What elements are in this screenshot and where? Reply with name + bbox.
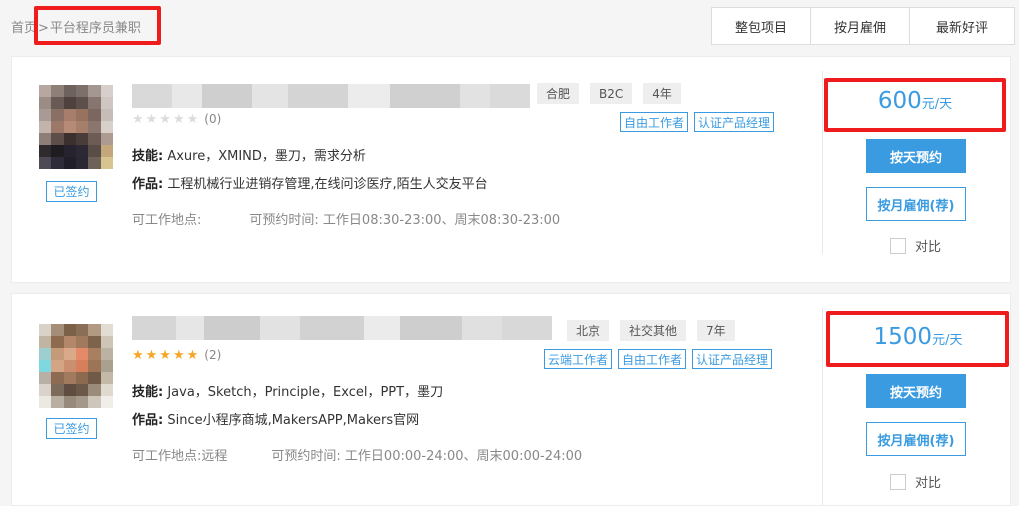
works-label: 作品:: [132, 413, 164, 428]
badge-freelancer: 自由工作者: [620, 112, 689, 132]
tag-city: 合肥: [537, 83, 580, 104]
tag-list: 合肥 B2C 4年: [537, 83, 692, 104]
meta-line: 可工作地点:远程 可预约时间: 工作日00:00-24:00、周末00:00-24…: [132, 445, 582, 464]
avatar: [39, 324, 113, 408]
signed-badge: 已签约: [46, 181, 97, 202]
works-label: 作品:: [132, 177, 164, 192]
name-placeholder: [132, 316, 552, 340]
tag-city: 北京: [567, 320, 610, 341]
location-label: 可工作地点:: [132, 213, 202, 228]
tag-industry: B2C: [590, 83, 633, 104]
availability-value: 工作日08:30-23:00、周末08:30-23:00: [322, 213, 561, 228]
tag-list: 北京 社交其他 7年: [567, 320, 746, 341]
tab-latest-reviews[interactable]: 最新好评: [909, 7, 1015, 45]
highlight-box-price: [826, 311, 1009, 367]
divider: [822, 71, 823, 254]
highlight-box-breadcrumb: [34, 6, 161, 45]
star-icon: ★★★★★: [132, 112, 201, 127]
compare-label: 对比: [915, 240, 942, 255]
signed-badge: 已签约: [46, 418, 97, 439]
skills-value: Axure，XMIND，墨刀，需求分析: [163, 149, 366, 164]
meta-line: 可工作地点: 可预约时间: 工作日08:30-23:00、周末08:30-23:0…: [132, 209, 560, 228]
compare-checkbox[interactable]: 对比: [890, 236, 941, 255]
book-by-day-button[interactable]: 按天预约: [866, 374, 966, 408]
badge-freelancer: 自由工作者: [618, 349, 687, 369]
book-by-day-button[interactable]: 按天预约: [866, 139, 966, 173]
skills-label: 技能:: [132, 149, 164, 164]
star-icon: ★★★★★: [132, 348, 201, 363]
availability-label: 可预约时间:: [271, 449, 341, 464]
location-value: 远程: [201, 449, 228, 464]
badge-list: 自由工作者 认证产品经理: [614, 112, 775, 132]
checkbox-icon[interactable]: [890, 237, 906, 254]
compare-label: 对比: [915, 476, 942, 491]
skills-line: 技能: Java，Sketch，Principle，Excel，PPT，墨刀: [132, 381, 443, 400]
skills-value: Java，Sketch，Principle，Excel，PPT，墨刀: [163, 385, 444, 400]
top-bar: 首页>平台程序员兼职 整包项目 按月雇佣 最新好评: [0, 0, 1019, 50]
highlight-box-price: [824, 78, 1006, 132]
tag-experience: 7年: [697, 320, 735, 341]
skills-line: 技能: Axure，XMIND，墨刀，需求分析: [132, 145, 366, 164]
rating-stars: ★★★★★ (0): [132, 112, 221, 127]
sort-tabs: 整包项目 按月雇佣 最新好评: [711, 7, 1015, 45]
avatar: [39, 85, 113, 169]
works-line: 作品: Since小程序商城,MakersAPP,Makers官网: [132, 409, 419, 428]
availability-value: 工作日00:00-24:00、周末00:00-24:00: [344, 449, 583, 464]
badge-certified-pm: 认证产品经理: [694, 112, 775, 132]
tag-experience: 4年: [643, 83, 681, 104]
hire-by-month-button[interactable]: 按月雇佣(荐): [866, 187, 966, 221]
divider: [822, 308, 823, 506]
works-value: Since小程序商城,MakersAPP,Makers官网: [163, 413, 420, 428]
works-value: 工程机械行业进销存管理,在线问诊医疗,陌生人交友平台: [163, 177, 488, 192]
rating-count: (0): [204, 112, 222, 126]
hire-by-month-button[interactable]: 按月雇佣(荐): [866, 422, 966, 456]
skills-label: 技能:: [132, 385, 164, 400]
badge-list: 云端工作者 自由工作者 认证产品经理: [538, 349, 773, 369]
compare-checkbox[interactable]: 对比: [890, 472, 941, 491]
rating-count: (2): [204, 348, 222, 362]
checkbox-icon[interactable]: [890, 473, 906, 490]
tab-monthly-hire[interactable]: 按月雇佣: [810, 7, 910, 45]
tag-industry: 社交其他: [620, 320, 687, 341]
badge-certified-pm: 认证产品经理: [692, 349, 773, 369]
availability-label: 可预约时间:: [249, 213, 319, 228]
works-line: 作品: 工程机械行业进销存管理,在线问诊医疗,陌生人交友平台: [132, 173, 488, 192]
badge-cloud-worker: 云端工作者: [544, 349, 613, 369]
tab-whole-project[interactable]: 整包项目: [711, 7, 811, 45]
location-label: 可工作地点:: [132, 449, 202, 464]
name-placeholder: [132, 84, 530, 108]
rating-stars: ★★★★★ (2): [132, 348, 221, 363]
